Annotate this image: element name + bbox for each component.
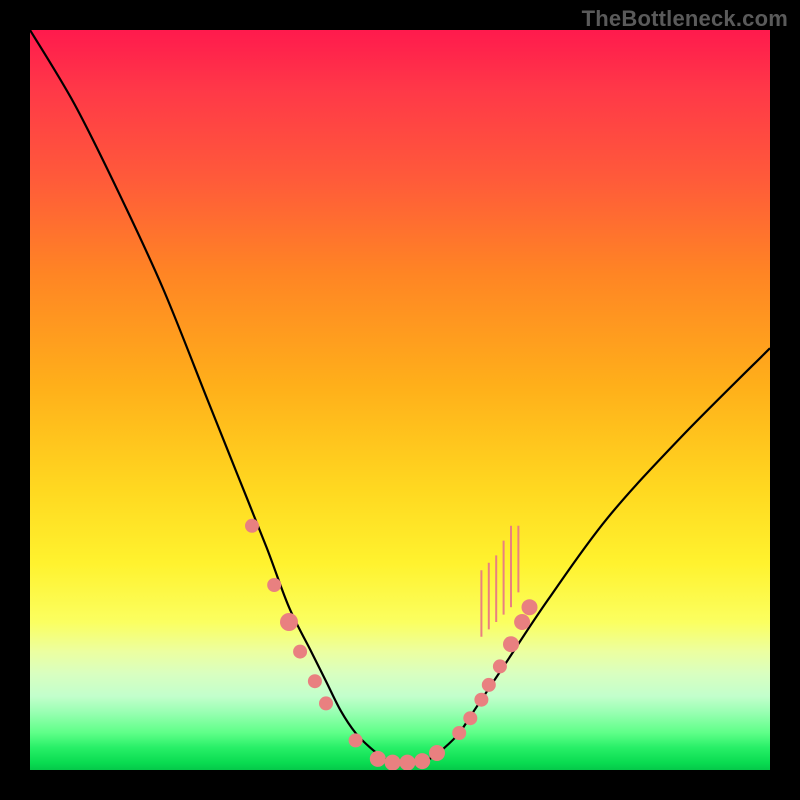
data-marker <box>503 636 519 652</box>
data-marker <box>493 659 507 673</box>
data-marker <box>429 745 445 761</box>
data-marker <box>482 678 496 692</box>
data-marker <box>414 753 430 769</box>
data-marker <box>319 696 333 710</box>
data-marker <box>385 755 401 770</box>
data-marker <box>452 726 466 740</box>
data-marker <box>308 674 322 688</box>
data-marker <box>349 733 363 747</box>
data-marker <box>370 751 386 767</box>
data-marker <box>463 711 477 725</box>
chart-frame: TheBottleneck.com <box>0 0 800 800</box>
curve-svg <box>30 30 770 770</box>
data-marker <box>293 645 307 659</box>
data-marker <box>514 614 530 630</box>
plot-area <box>30 30 770 770</box>
data-marker <box>267 578 281 592</box>
data-marker <box>280 613 298 631</box>
data-marker <box>474 693 488 707</box>
data-marker <box>522 599 538 615</box>
whiskers-group <box>481 526 518 637</box>
watermark-text: TheBottleneck.com <box>582 6 788 32</box>
bottleneck-curve <box>30 30 770 763</box>
markers-group <box>245 519 538 770</box>
data-marker <box>245 519 259 533</box>
data-marker <box>399 755 415 770</box>
